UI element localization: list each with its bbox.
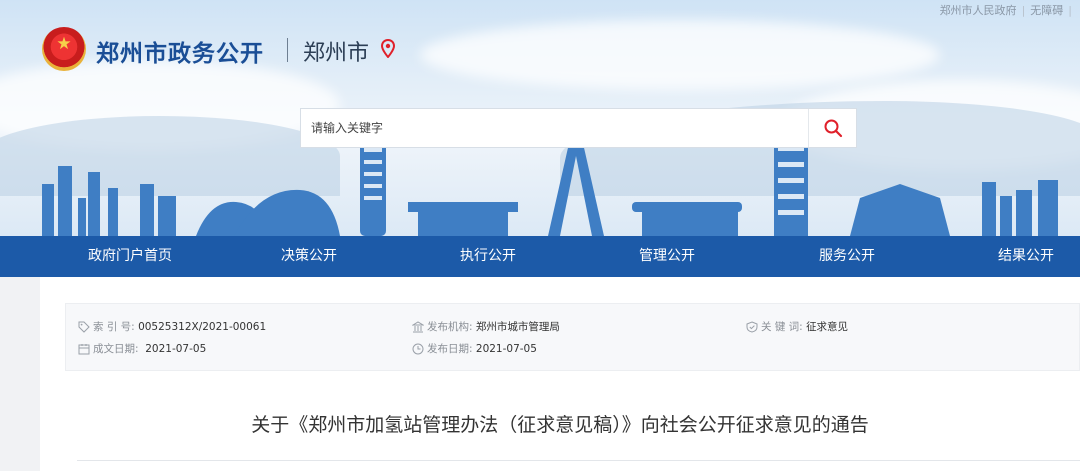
institution-icon bbox=[412, 320, 424, 332]
search-button[interactable] bbox=[808, 109, 856, 147]
nav-management[interactable]: 管理公开 bbox=[639, 236, 695, 277]
city-name[interactable]: 郑州市 bbox=[303, 35, 369, 67]
meta-published-value: 2021-07-05 bbox=[475, 342, 537, 355]
tag-icon bbox=[78, 321, 90, 333]
search-icon bbox=[824, 119, 842, 138]
site-title[interactable]: 郑州市政务公开 bbox=[96, 34, 264, 68]
nav-result[interactable]: 结果公开 bbox=[998, 236, 1054, 277]
top-link-accessibility[interactable]: 无障碍 bbox=[1030, 4, 1063, 17]
search-input[interactable] bbox=[301, 109, 808, 147]
top-link-government[interactable]: 郑州市人民政府 bbox=[940, 4, 1017, 17]
meta-publisher-value: 郑州市城市管理局 bbox=[475, 321, 560, 333]
nav-home[interactable]: 政府门户首页 bbox=[88, 236, 172, 277]
search-box bbox=[300, 108, 857, 148]
meta-keywords-value: 征求意见 bbox=[806, 321, 849, 333]
meta-index-value: 00525312X/2021-00061 bbox=[138, 320, 267, 333]
top-links: 郑州市人民政府 | 无障碍 | bbox=[939, 4, 1072, 17]
nav-decision[interactable]: 决策公开 bbox=[281, 236, 337, 277]
meta-published: 发布日期: 2021-07-05 bbox=[412, 341, 537, 356]
page: 郑州市人民政府|无障碍| 郑州市政务公开 郑州市 政府门户首页 决策公开 执行公… bbox=[0, 0, 1080, 471]
divider bbox=[77, 460, 1080, 461]
document-title: 关于《郑州市加氢站管理办法（征求意见稿）》向社会公开征求意见的通告 bbox=[251, 414, 869, 436]
nav-execution[interactable]: 执行公开 bbox=[460, 236, 516, 277]
main-nav: 政府门户首页 决策公开 执行公开 管理公开 服务公开 结果公开 bbox=[0, 236, 1080, 277]
meta-index: 索 引 号: 00525312X/2021-00061 bbox=[78, 319, 266, 334]
meta-created-value: 2021-07-05 bbox=[145, 342, 207, 355]
meta-keywords: 关 键 词: 征求意见 bbox=[746, 319, 848, 334]
meta-created: 成文日期: 2021-07-05 bbox=[78, 341, 206, 356]
header-banner: 郑州市人民政府|无障碍| 郑州市政务公开 郑州市 bbox=[0, 0, 1080, 236]
location-pin-icon[interactable] bbox=[381, 39, 395, 58]
meta-publisher: 发布机构: 郑州市城市管理局 bbox=[412, 319, 560, 334]
document-meta: 索 引 号: 00525312X/2021-00061 成文日期: 2021-0… bbox=[65, 303, 1080, 371]
national-emblem-icon bbox=[42, 27, 86, 71]
clock-icon bbox=[412, 343, 424, 354]
nav-service[interactable]: 服务公开 bbox=[819, 236, 875, 277]
content-panel: 索 引 号: 00525312X/2021-00061 成文日期: 2021-0… bbox=[40, 277, 1080, 471]
shield-check-icon bbox=[746, 320, 758, 333]
calendar-icon bbox=[78, 343, 90, 354]
title-divider bbox=[287, 38, 288, 62]
